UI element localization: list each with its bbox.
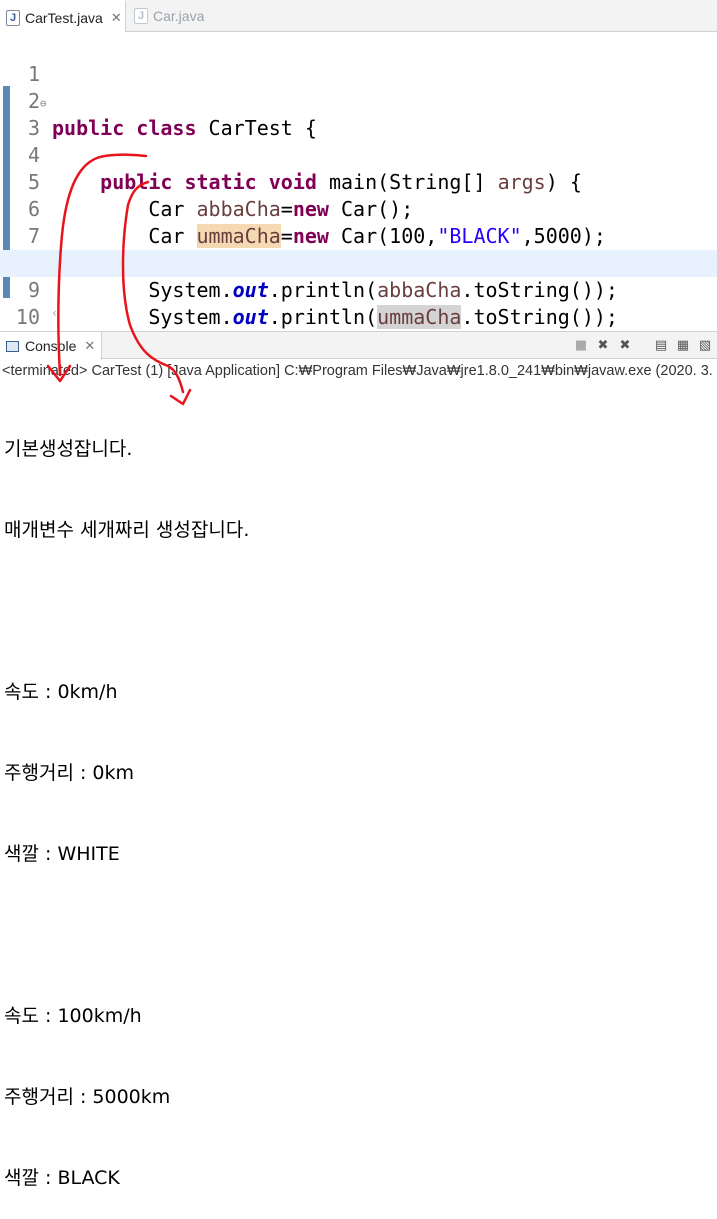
- code-text: .toString());: [461, 305, 618, 329]
- display-console-icon[interactable]: ▧: [697, 337, 713, 353]
- code-line-current: 9 System.out.println(ummaCha.toString())…: [0, 250, 717, 329]
- java-file-icon: J: [6, 9, 20, 26]
- tab-label: CarTest.java: [25, 9, 103, 26]
- console-tab-label: Console: [25, 338, 77, 354]
- close-console-icon[interactable]: ✕: [84, 338, 95, 354]
- field-out: out: [232, 305, 269, 329]
- stop-icon[interactable]: ■: [573, 337, 589, 353]
- console-line: 색깔 : BLACK: [4, 1167, 120, 1189]
- scroll-lock-icon[interactable]: ▤: [653, 337, 669, 353]
- code-line: 7: [0, 196, 717, 248]
- console-icon: [6, 340, 19, 352]
- tab-cartest-java[interactable]: J CarTest.java ✕: [0, 0, 126, 33]
- console-line: 색깔 : WHITE: [4, 843, 120, 865]
- remove-launch-icon[interactable]: ✖: [595, 337, 611, 353]
- tab-car-java[interactable]: J Car.java: [128, 0, 228, 32]
- console-line: 주행거리 : 0km: [4, 762, 135, 784]
- tab-console[interactable]: Console ✕: [0, 332, 103, 360]
- console-toolbar: ■ ✖ ✖ ▤ ▦ ▧: [573, 337, 713, 353]
- code-line: 8 System.out.println(abbaCha.toString())…: [0, 223, 717, 302]
- variable-ummacha-highlighted: ummaCha: [377, 305, 462, 329]
- console-view-bar: Console ✕ ■ ✖ ✖ ▤ ▦ ▧: [0, 331, 717, 360]
- code-line: 3 ⊖ public static void main(String[] arg…: [0, 88, 717, 194]
- editor-tab-bar: J CarTest.java ✕ J Car.java: [0, 0, 717, 33]
- console-line: 주행거리 : 5000km: [4, 1086, 171, 1108]
- console-output: 기본생성잡니다. 매개변수 세개짜리 생성잡니다. 속도 : 0km/h 주행거…: [4, 382, 249, 1219]
- fold-collapse-icon[interactable]: ⊖: [40, 90, 47, 117]
- close-tab-icon[interactable]: ✕: [111, 10, 122, 26]
- java-file-icon: J: [134, 8, 148, 24]
- remove-all-icon[interactable]: ✖: [617, 337, 633, 353]
- code-text: System.: [148, 305, 233, 329]
- code-line: 2 public class CarTest {: [0, 61, 717, 140]
- code-line: 6 Car ummaCha=new Car(100,"BLACK",5000);: [0, 169, 717, 248]
- tab-label: Car.java: [153, 8, 205, 24]
- code-line: 5 Car abbaCha=new Car();: [0, 142, 717, 221]
- code-text: .println(: [268, 305, 378, 329]
- console-line: 기본생성잡니다.: [4, 438, 133, 460]
- scroll-left-icon[interactable]: ‹: [52, 306, 57, 320]
- code-line: 1: [0, 34, 717, 86]
- console-line: 매개변수 세개짜리 생성잡니다.: [4, 519, 250, 541]
- code-line: 10: [0, 277, 717, 329]
- pin-console-icon[interactable]: ▦: [675, 337, 691, 353]
- console-line: 속도 : 100km/h: [4, 1005, 142, 1027]
- launch-status: <terminated> CarTest (1) [Java Applicati…: [2, 363, 713, 379]
- code-editor[interactable]: 1 2 public class CarTest { 3 ⊖ public st…: [0, 32, 717, 329]
- line-number: 10: [15, 305, 40, 329]
- code-line: 4: [0, 115, 717, 167]
